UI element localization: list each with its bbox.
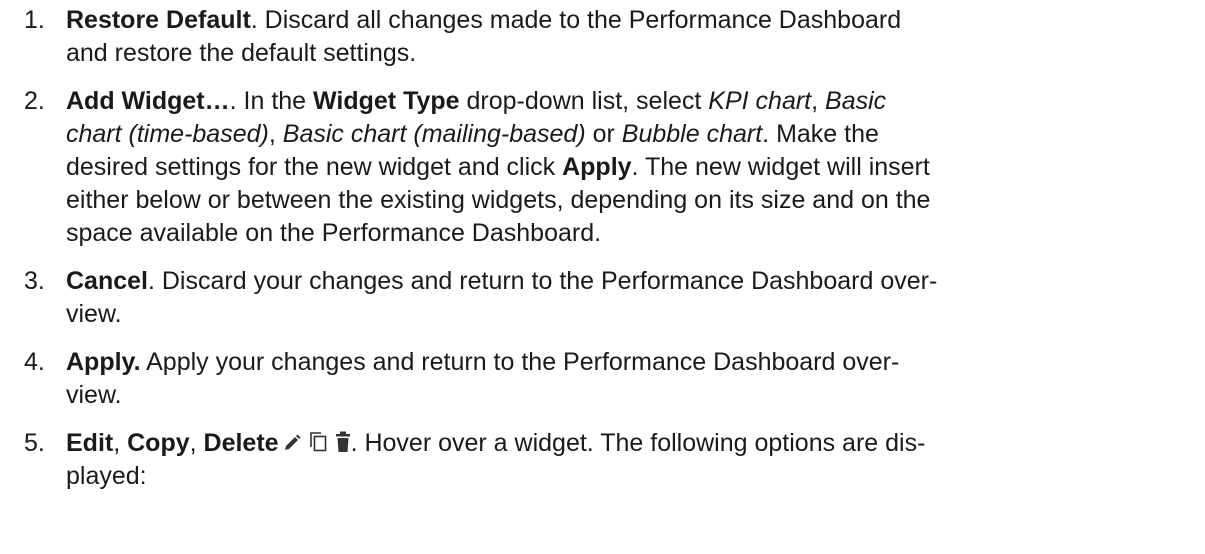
copy-icon xyxy=(309,431,327,453)
text-line: space available on the Performance Dashb… xyxy=(66,217,1196,250)
list-number: 2. xyxy=(24,87,45,115)
text-line: either below or between the existing wid… xyxy=(66,184,1196,217)
list-item-text: Cancel. Discard your changes and return … xyxy=(66,265,1196,331)
term-restore-default: Restore Default xyxy=(66,6,251,34)
text-segment: view. xyxy=(66,381,122,409)
text-segment: . Hover over a widget. The following opt… xyxy=(350,429,926,457)
list-item-text: Add Widget…. In the Widget Type drop-dow… xyxy=(66,85,1196,250)
term-delete: Delete xyxy=(203,429,279,457)
text-line: Edit, Copy, Delete . Hover over a widget.… xyxy=(66,427,1196,460)
term-apply: Apply. xyxy=(66,348,141,376)
text-segment: and restore the default settings. xyxy=(66,39,417,67)
term-apply: Apply xyxy=(562,153,632,181)
text-line: view. xyxy=(66,379,1196,412)
text-segment: played: xyxy=(66,462,147,490)
option-basic-chart-mailing: Basic chart (mailing-based) xyxy=(282,120,586,148)
list-item-text: Apply. Apply your changes and return to … xyxy=(66,346,1196,412)
text-segment: . Discard all changes made to the Perfor… xyxy=(250,6,902,34)
text-line: played: xyxy=(66,460,1196,493)
text-segment: space available on the Performance Dashb… xyxy=(66,219,602,247)
text-line: and restore the default settings. xyxy=(66,37,1196,70)
term-copy: Copy xyxy=(127,429,190,457)
option-basic-chart-time: Basic xyxy=(825,87,887,115)
text-segment: , xyxy=(811,87,826,115)
text-segment: view. xyxy=(66,300,122,328)
text-line: chart (time-based), Basic chart (mailing… xyxy=(66,118,1196,151)
term-add-widget: Add Widget… xyxy=(66,87,230,115)
text-segment: either below or between the existing wid… xyxy=(66,186,931,214)
term-widget-type: Widget Type xyxy=(313,87,460,115)
text-segment: . In the xyxy=(229,87,314,115)
text-line: Cancel. Discard your changes and return … xyxy=(66,265,1196,298)
trash-icon xyxy=(335,431,351,453)
text-segment: , xyxy=(268,120,283,148)
text-segment: Apply your changes and return to the Per… xyxy=(140,348,900,376)
text-segment: , xyxy=(113,429,128,457)
text-line: desired settings for the new widget and … xyxy=(66,151,1196,184)
text-segment: , xyxy=(189,429,204,457)
list-item-text: Restore Default. Discard all changes mad… xyxy=(66,4,1196,70)
text-segment: . Discard your changes and return to the… xyxy=(147,267,938,295)
list-item-text: Edit, Copy, Delete . Hover over a widget.… xyxy=(66,427,1196,493)
text-segment: desired settings for the new widget and … xyxy=(66,153,563,181)
text-segment: . The new widget will insert xyxy=(631,153,930,181)
text-line: Restore Default. Discard all changes mad… xyxy=(66,4,1196,37)
term-edit: Edit xyxy=(66,429,114,457)
text-line: Add Widget…. In the Widget Type drop-dow… xyxy=(66,85,1196,118)
option-kpi-chart: KPI chart xyxy=(708,87,812,115)
text-line: Apply. Apply your changes and return to … xyxy=(66,346,1196,379)
list-number: 5. xyxy=(24,429,45,457)
list-number: 1. xyxy=(24,6,45,34)
term-cancel: Cancel xyxy=(66,267,148,295)
pencil-icon xyxy=(283,433,301,453)
option-bubble-chart: Bubble chart xyxy=(621,120,763,148)
text-segment: . Make the xyxy=(762,120,879,148)
list-number: 3. xyxy=(24,267,45,295)
list-number: 4. xyxy=(24,348,45,376)
option-basic-chart-time: chart (time-based) xyxy=(66,120,269,148)
text-segment: or xyxy=(585,120,622,148)
text-line: view. xyxy=(66,298,1196,331)
text-segment: drop-down list, select xyxy=(459,87,709,115)
document-page: 1. Restore Default. Discard all changes … xyxy=(0,0,1205,554)
